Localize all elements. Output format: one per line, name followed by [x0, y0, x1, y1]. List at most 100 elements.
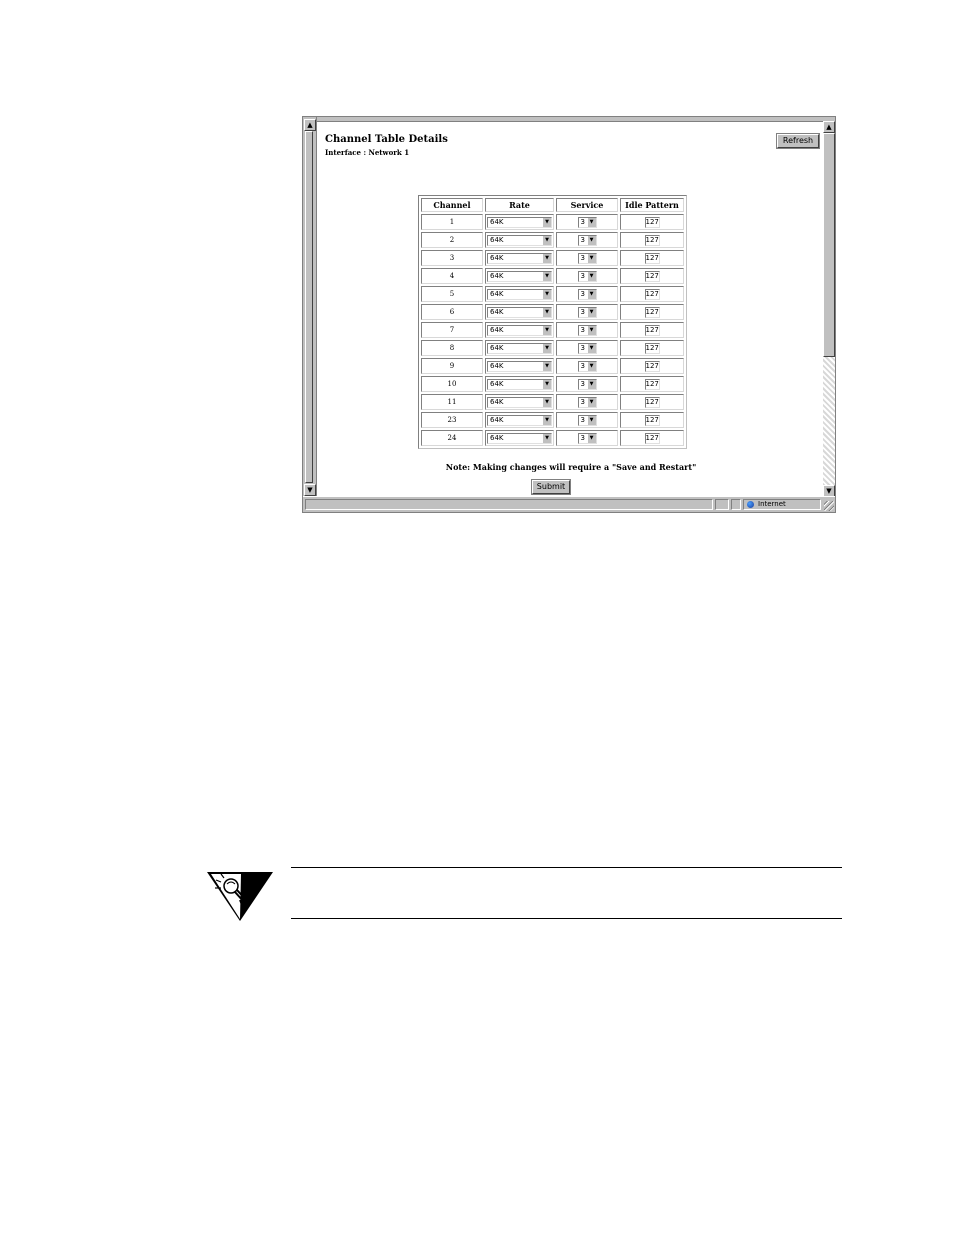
idle-pattern-input[interactable]: 127 — [644, 234, 660, 246]
service-select[interactable]: 3 ▼ — [577, 252, 597, 264]
service-select[interactable]: 3 ▼ — [577, 288, 597, 300]
service-cell: 3 ▼ — [556, 394, 618, 410]
idle-pattern-input[interactable]: 127 — [644, 270, 660, 282]
idle-pattern-input[interactable]: 127 — [644, 252, 660, 264]
channel-number: 6 — [421, 304, 483, 320]
service-select[interactable]: 3 ▼ — [577, 414, 597, 426]
idle-pattern-input[interactable]: 127 — [644, 414, 660, 426]
service-select[interactable]: 3 ▼ — [577, 396, 597, 408]
idle-pattern-input[interactable]: 127 — [644, 306, 660, 318]
idle-pattern-input[interactable]: 127 — [644, 378, 660, 390]
chevron-down-icon[interactable]: ▼ — [586, 397, 596, 407]
service-select[interactable]: 3 ▼ — [577, 360, 597, 372]
service-value: 3 — [580, 343, 585, 352]
chevron-down-icon[interactable]: ▼ — [586, 235, 596, 245]
idle-pattern-input[interactable]: 127 — [644, 432, 660, 444]
service-select[interactable]: 3 ▼ — [577, 432, 597, 444]
service-cell: 3 ▼ — [556, 358, 618, 374]
chevron-down-icon[interactable]: ▼ — [586, 217, 596, 227]
rate-select[interactable]: 64K ▼ — [487, 432, 552, 444]
left-scrollbar-thumb[interactable] — [305, 131, 313, 483]
rate-cell: 64K ▼ — [485, 358, 554, 374]
idle-pattern-cell: 127 — [620, 232, 684, 248]
idle-pattern-cell: 127 — [620, 322, 684, 338]
right-scrollbar[interactable]: ▲ ▼ — [823, 121, 835, 497]
chevron-down-icon[interactable]: ▼ — [542, 271, 551, 281]
chevron-down-icon[interactable]: ▼ — [586, 253, 596, 263]
service-select[interactable]: 3 ▼ — [577, 234, 597, 246]
chevron-down-icon[interactable]: ▼ — [542, 325, 551, 335]
chevron-down-icon[interactable]: ▼ — [542, 433, 551, 443]
chevron-down-icon[interactable]: ▼ — [542, 361, 551, 371]
chevron-down-icon[interactable]: ▼ — [586, 343, 596, 353]
idle-pattern-input[interactable]: 127 — [644, 342, 660, 354]
table-row: 1 64K ▼ 3 ▼ 127 — [421, 214, 684, 230]
rate-select[interactable]: 64K ▼ — [487, 306, 552, 318]
chevron-down-icon[interactable]: ▼ — [586, 289, 596, 299]
chevron-down-icon[interactable]: ▼ — [586, 361, 596, 371]
service-select[interactable]: 3 ▼ — [577, 342, 597, 354]
chevron-down-icon[interactable]: ▼ — [586, 415, 596, 425]
chevron-down-icon[interactable]: ▼ — [542, 415, 551, 425]
idle-pattern-cell: 127 — [620, 412, 684, 428]
table-row: 5 64K ▼ 3 ▼ 127 — [421, 286, 684, 302]
rate-value: 64K — [490, 271, 504, 280]
chevron-down-icon[interactable]: ▼ — [542, 343, 551, 353]
chevron-down-icon[interactable]: ▼ — [586, 379, 596, 389]
rate-select[interactable]: 64K ▼ — [487, 378, 552, 390]
rate-select[interactable]: 64K ▼ — [487, 342, 552, 354]
chevron-down-icon[interactable]: ▼ — [542, 307, 551, 317]
resize-grip-icon[interactable] — [824, 501, 834, 511]
rate-select[interactable]: 64K ▼ — [487, 234, 552, 246]
right-scrollbar-thumb[interactable] — [823, 133, 835, 357]
chevron-down-icon[interactable]: ▼ — [542, 397, 551, 407]
rate-select[interactable]: 64K ▼ — [487, 270, 552, 282]
chevron-down-icon[interactable]: ▼ — [586, 325, 596, 335]
idle-pattern-input[interactable]: 127 — [644, 396, 660, 408]
channel-number: 8 — [421, 340, 483, 356]
rate-select[interactable]: 64K ▼ — [487, 396, 552, 408]
chevron-down-icon[interactable]: ▼ — [542, 379, 551, 389]
left-scrollbar[interactable]: ▲ ▼ — [303, 117, 317, 497]
rate-select[interactable]: 64K ▼ — [487, 252, 552, 264]
submit-button[interactable]: Submit — [531, 479, 571, 495]
chevron-down-icon[interactable]: ▼ — [542, 217, 551, 227]
chevron-down-icon[interactable]: ▼ — [542, 289, 551, 299]
rate-cell: 64K ▼ — [485, 250, 554, 266]
service-select[interactable]: 3 ▼ — [577, 378, 597, 390]
idle-pattern-input[interactable]: 127 — [644, 288, 660, 300]
service-select[interactable]: 3 ▼ — [577, 270, 597, 282]
rate-select[interactable]: 64K ▼ — [487, 414, 552, 426]
rate-select[interactable]: 64K ▼ — [487, 216, 552, 228]
idle-pattern-cell: 127 — [620, 376, 684, 392]
channel-number: 10 — [421, 376, 483, 392]
idle-pattern-cell: 127 — [620, 394, 684, 410]
scroll-up-icon[interactable]: ▲ — [823, 121, 835, 133]
rate-select[interactable]: 64K ▼ — [487, 360, 552, 372]
rate-value: 64K — [490, 235, 504, 244]
rate-select[interactable]: 64K ▼ — [487, 288, 552, 300]
chevron-down-icon[interactable]: ▼ — [586, 271, 596, 281]
service-cell: 3 ▼ — [556, 232, 618, 248]
refresh-button[interactable]: Refresh — [776, 133, 820, 149]
idle-pattern-input[interactable]: 127 — [644, 360, 660, 372]
table-row: 10 64K ▼ 3 ▼ 127 — [421, 376, 684, 392]
rate-cell: 64K ▼ — [485, 304, 554, 320]
scroll-up-icon[interactable]: ▲ — [304, 119, 316, 131]
save-restart-note: Note: Making changes will require a "Sav… — [445, 462, 697, 472]
service-value: 3 — [580, 235, 585, 244]
idle-pattern-input[interactable]: 127 — [644, 324, 660, 336]
chevron-down-icon[interactable]: ▼ — [542, 235, 551, 245]
service-select[interactable]: 3 ▼ — [577, 324, 597, 336]
scroll-down-icon[interactable]: ▼ — [304, 484, 316, 496]
service-select[interactable]: 3 ▼ — [577, 306, 597, 318]
browser-window: ▲ ▼ Channel Table Details Interface : Ne… — [302, 116, 836, 513]
chevron-down-icon[interactable]: ▼ — [586, 307, 596, 317]
rate-select[interactable]: 64K ▼ — [487, 324, 552, 336]
idle-pattern-input[interactable]: 127 — [644, 216, 660, 228]
chevron-down-icon[interactable]: ▼ — [586, 433, 596, 443]
rate-value: 64K — [490, 361, 504, 370]
service-select[interactable]: 3 ▼ — [577, 216, 597, 228]
chevron-down-icon[interactable]: ▼ — [542, 253, 551, 263]
idle-pattern-cell: 127 — [620, 340, 684, 356]
